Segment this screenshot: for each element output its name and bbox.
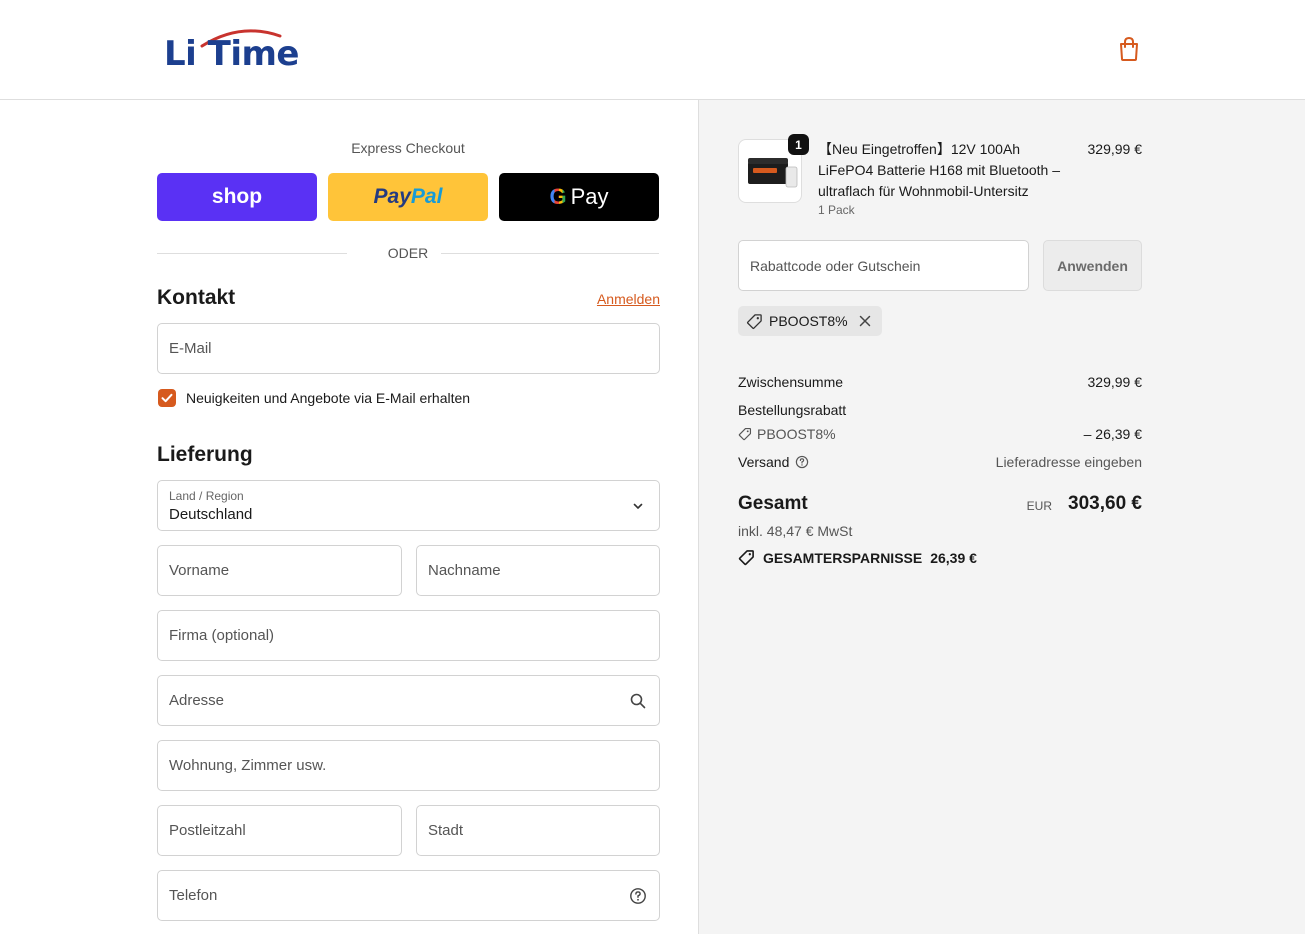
shop-pay-label: shop [211, 185, 263, 208]
brand-logo[interactable]: Li Time [164, 24, 300, 76]
country-value: Deutschland [169, 506, 253, 523]
discount-code-input[interactable]: Rabattcode oder Gutschein [738, 240, 1029, 291]
tag-icon [738, 550, 754, 566]
shipping-value: Lieferadresse eingeben [995, 454, 1142, 470]
savings-value: 26,39 € [930, 549, 977, 566]
google-pay-label: Pay [570, 184, 609, 209]
shipping-row: Versand [738, 454, 809, 470]
address-placeholder: Adresse [169, 692, 225, 709]
checkout-form-panel: Express Checkout shop Pay Pal G Pay ODER … [0, 100, 698, 934]
order-discount-value: – 26,39 € [1083, 426, 1142, 442]
phone-placeholder: Telefon [169, 887, 218, 904]
product-name: 【Neu Eingetroffen】12V 100Ah LiFePO4 Batt… [818, 141, 1061, 199]
subtotal-label: Zwischensumme [738, 374, 844, 390]
help-circle-icon[interactable] [629, 887, 647, 905]
help-circle-icon[interactable] [795, 455, 809, 469]
country-label: Land / Region [169, 489, 244, 503]
google-pay-button[interactable]: G Pay [499, 173, 659, 221]
last-name-placeholder: Nachname [428, 562, 501, 579]
newsletter-checkbox[interactable] [158, 389, 176, 407]
company-placeholder: Firma (optional) [169, 627, 275, 644]
first-name-placeholder: Vorname [169, 562, 230, 579]
order-summary-panel: 1 【Neu Eingetroffen】12V 100Ah LiFePO4 Ba… [698, 100, 1305, 934]
quantity-badge: 1 [788, 134, 809, 155]
applied-code-label: PBOOST8% [769, 313, 848, 329]
express-checkout-title: Express Checkout [351, 140, 465, 156]
total-amount: 303,60 € [1068, 493, 1142, 514]
country-select[interactable]: Land / Region Deutschland [157, 480, 660, 531]
shipping-label: Versand [738, 454, 790, 470]
paypal-pal-label: Pal [410, 185, 443, 208]
email-placeholder: E-Mail [169, 340, 212, 357]
chevron-down-icon [633, 503, 643, 509]
first-name-field[interactable]: Vorname [157, 545, 402, 596]
applied-discount-tag: PBOOST8% [738, 306, 882, 336]
close-icon [859, 315, 870, 327]
paypal-button[interactable]: Pay Pal [328, 173, 488, 221]
total-label: Gesamt [738, 493, 808, 514]
order-discount-label: Bestellungsrabatt [738, 402, 847, 418]
company-field[interactable]: Firma (optional) [157, 610, 660, 661]
apartment-field[interactable]: Wohnung, Zimmer usw. [157, 740, 660, 791]
apply-discount-button[interactable]: Anwenden [1043, 240, 1142, 291]
login-link[interactable]: Anmelden [560, 291, 660, 307]
logo-text: Li Time [164, 34, 300, 74]
header: Li Time [0, 0, 1305, 100]
phone-field[interactable]: Telefon [157, 870, 660, 921]
discount-code-placeholder: Rabattcode oder Gutschein [750, 258, 921, 274]
remove-discount-button[interactable] [858, 314, 872, 328]
city-field[interactable]: Stadt [416, 805, 660, 856]
product-price: 329,99 € [1087, 141, 1143, 157]
contact-title: Kontakt [157, 286, 236, 309]
delivery-title: Lieferung [157, 443, 253, 466]
or-divider: ODER [157, 244, 659, 264]
apartment-placeholder: Wohnung, Zimmer usw. [169, 757, 327, 774]
tag-icon [746, 313, 762, 329]
checkmark-icon [161, 393, 173, 403]
city-placeholder: Stadt [428, 822, 464, 839]
savings-label: GESAMTERSPARNISSE [763, 549, 923, 566]
google-g-icon: G [549, 184, 567, 209]
paypal-pay-label: Pay [373, 185, 411, 208]
product-variant: 1 Pack [818, 203, 855, 217]
email-field[interactable]: E-Mail [157, 323, 660, 374]
subtotal-value: 329,99 € [1087, 374, 1143, 390]
shopping-bag-icon[interactable] [1117, 36, 1141, 62]
divider-line-right [441, 253, 659, 254]
order-discount-code: PBOOST8% [738, 426, 836, 442]
postal-code-placeholder: Postleitzahl [169, 822, 246, 839]
total-currency: EUR [1026, 499, 1052, 513]
total-savings: GESAMTERSPARNISSE 26,39 € [738, 549, 977, 566]
search-icon[interactable] [629, 692, 647, 710]
shop-pay-button[interactable]: shop [157, 173, 317, 221]
tag-icon [738, 427, 752, 441]
tax-note: inkl. 48,47 € MwSt [738, 523, 853, 539]
newsletter-label: Neuigkeiten und Angebote via E-Mail erha… [186, 390, 471, 406]
order-discount-code-label: PBOOST8% [757, 426, 836, 442]
address-field[interactable]: Adresse [157, 675, 660, 726]
last-name-field[interactable]: Nachname [416, 545, 660, 596]
postal-code-field[interactable]: Postleitzahl [157, 805, 402, 856]
